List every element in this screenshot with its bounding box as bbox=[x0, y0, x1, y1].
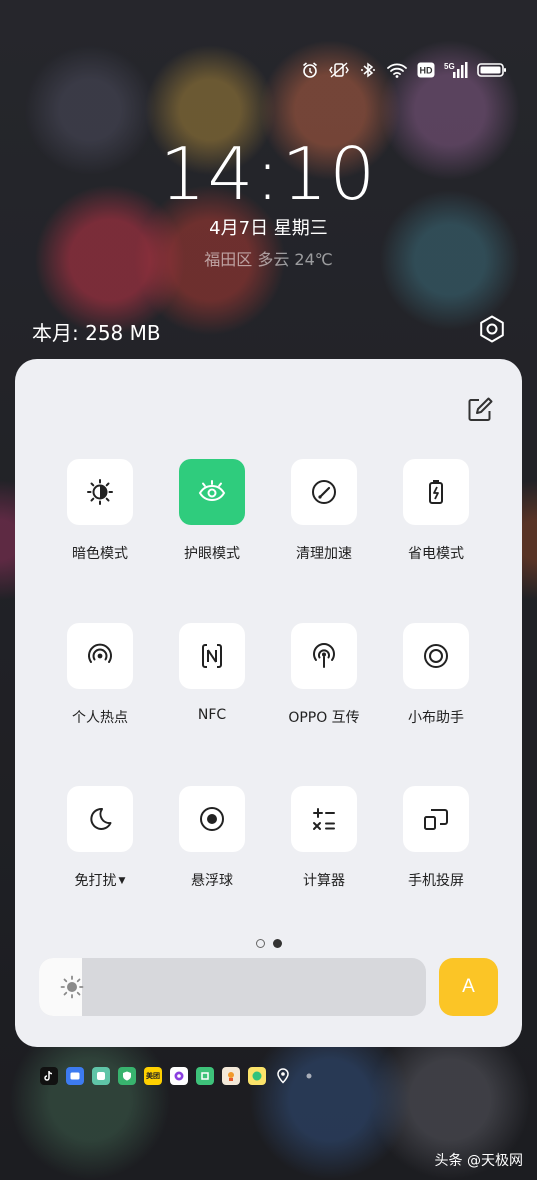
page-dot-active[interactable] bbox=[272, 939, 282, 948]
eye-icon bbox=[198, 480, 226, 502]
tile-hotspot[interactable]: 个人热点 bbox=[45, 623, 155, 727]
assistant-icon bbox=[424, 644, 448, 668]
music-icon bbox=[170, 1067, 188, 1085]
dark-mode-icon bbox=[87, 479, 113, 505]
speed-icon bbox=[312, 480, 336, 504]
tile-button[interactable] bbox=[403, 623, 469, 689]
status-bar: HD 5G bbox=[301, 58, 507, 82]
taobao-icon bbox=[222, 1067, 240, 1085]
wifi-icon bbox=[387, 63, 407, 78]
location-icon bbox=[274, 1067, 292, 1085]
tile-button[interactable] bbox=[403, 459, 469, 525]
tile-label: 护眼模式 bbox=[184, 546, 240, 562]
tile-button[interactable] bbox=[67, 623, 133, 689]
calculator-icon bbox=[313, 808, 335, 830]
notification-icons: 美团 bbox=[40, 1067, 318, 1085]
battery-icon bbox=[477, 63, 506, 77]
cast-icon bbox=[424, 809, 448, 830]
hd-icon: HD bbox=[417, 62, 435, 78]
tiktok-icon bbox=[40, 1067, 58, 1085]
tile-button[interactable] bbox=[291, 623, 357, 689]
battery-saver-icon bbox=[429, 480, 443, 504]
brightness-slider[interactable] bbox=[39, 958, 426, 1016]
tile-label: 暗色模式 bbox=[72, 546, 128, 562]
tile-oppo-share[interactable]: OPPO 互传 bbox=[269, 623, 379, 727]
tile-button[interactable] bbox=[179, 786, 245, 852]
tile-calculator[interactable]: 计算器 bbox=[269, 786, 379, 890]
tile-label: 省电模式 bbox=[408, 546, 464, 562]
tile-label-text: 免打扰 bbox=[74, 873, 117, 889]
float-ball-icon bbox=[200, 807, 224, 831]
tile-button[interactable] bbox=[67, 459, 133, 525]
security-icon bbox=[118, 1067, 136, 1085]
tile-label: 悬浮球 bbox=[191, 873, 233, 889]
tile-button[interactable] bbox=[179, 623, 245, 689]
more-dot-icon bbox=[300, 1067, 318, 1085]
tile-eye-comfort[interactable]: 护眼模式 bbox=[157, 459, 267, 563]
tile-button[interactable] bbox=[67, 786, 133, 852]
tile-button[interactable] bbox=[179, 459, 245, 525]
tile-label: 手机投屏 bbox=[408, 873, 464, 889]
network-type-label: 5G bbox=[444, 62, 455, 71]
nfc-icon bbox=[202, 644, 222, 668]
tile-label: NFC bbox=[197, 707, 227, 723]
tile-breeno-assistant[interactable]: 小布助手 bbox=[381, 623, 491, 727]
brightness-icon bbox=[60, 975, 84, 999]
share-icon bbox=[313, 643, 335, 668]
gallery-icon bbox=[92, 1067, 110, 1085]
alarm-icon bbox=[302, 62, 318, 78]
tile-label: 免打扰 ▼ bbox=[45, 870, 155, 890]
tile-label: 个人热点 bbox=[72, 710, 128, 726]
hd-label: HD bbox=[420, 66, 433, 76]
tile-button[interactable] bbox=[403, 786, 469, 852]
tile-button[interactable] bbox=[291, 459, 357, 525]
edit-icon[interactable] bbox=[466, 396, 494, 424]
tile-power-saving[interactable]: 省电模式 bbox=[381, 459, 491, 563]
moon-icon bbox=[90, 807, 112, 830]
tile-label: 计算器 bbox=[303, 873, 345, 889]
weather-info: 福田区 多云 24℃ bbox=[204, 250, 333, 269]
message-icon bbox=[66, 1067, 84, 1085]
tile-cleanup[interactable]: 清理加速 bbox=[269, 459, 379, 563]
tile-do-not-disturb[interactable]: 免打扰 ▼ bbox=[45, 786, 155, 890]
hotspot-icon bbox=[88, 643, 112, 663]
app-icon bbox=[196, 1067, 214, 1085]
page-dot[interactable] bbox=[255, 939, 265, 948]
tile-label: OPPO 互传 bbox=[288, 710, 360, 726]
tile-screen-cast[interactable]: 手机投屏 bbox=[381, 786, 491, 890]
tile-label: 小布助手 bbox=[408, 710, 464, 726]
qq-music-icon bbox=[248, 1067, 266, 1085]
watermark: 头条 @天极网 bbox=[434, 1153, 523, 1169]
monthly-data-usage[interactable]: 本月: 258 MB bbox=[32, 317, 161, 346]
vibrate-icon bbox=[329, 62, 349, 78]
5g-signal-icon: 5G bbox=[444, 62, 468, 78]
quick-settings-panel: 暗色模式 护眼模式 清理加速 省电模式 个人热点 NFC OPPO 互传 小布助… bbox=[15, 359, 522, 1047]
meituan-icon: 美团 bbox=[144, 1067, 162, 1085]
caret-down-icon[interactable]: ▼ bbox=[119, 876, 126, 886]
tile-dark-mode[interactable]: 暗色模式 bbox=[45, 459, 155, 563]
tile-button[interactable] bbox=[291, 786, 357, 852]
page-indicator bbox=[15, 939, 522, 948]
tile-floating-ball[interactable]: 悬浮球 bbox=[157, 786, 267, 890]
tile-nfc[interactable]: NFC bbox=[157, 623, 267, 723]
lock-clock: 14:10 bbox=[159, 132, 378, 216]
lock-date: 4月7日 星期三 bbox=[209, 218, 328, 239]
auto-brightness-button[interactable]: A bbox=[439, 958, 498, 1016]
tile-label: 清理加速 bbox=[296, 546, 352, 562]
bluetooth-icon bbox=[361, 62, 375, 78]
settings-icon[interactable] bbox=[477, 314, 507, 344]
